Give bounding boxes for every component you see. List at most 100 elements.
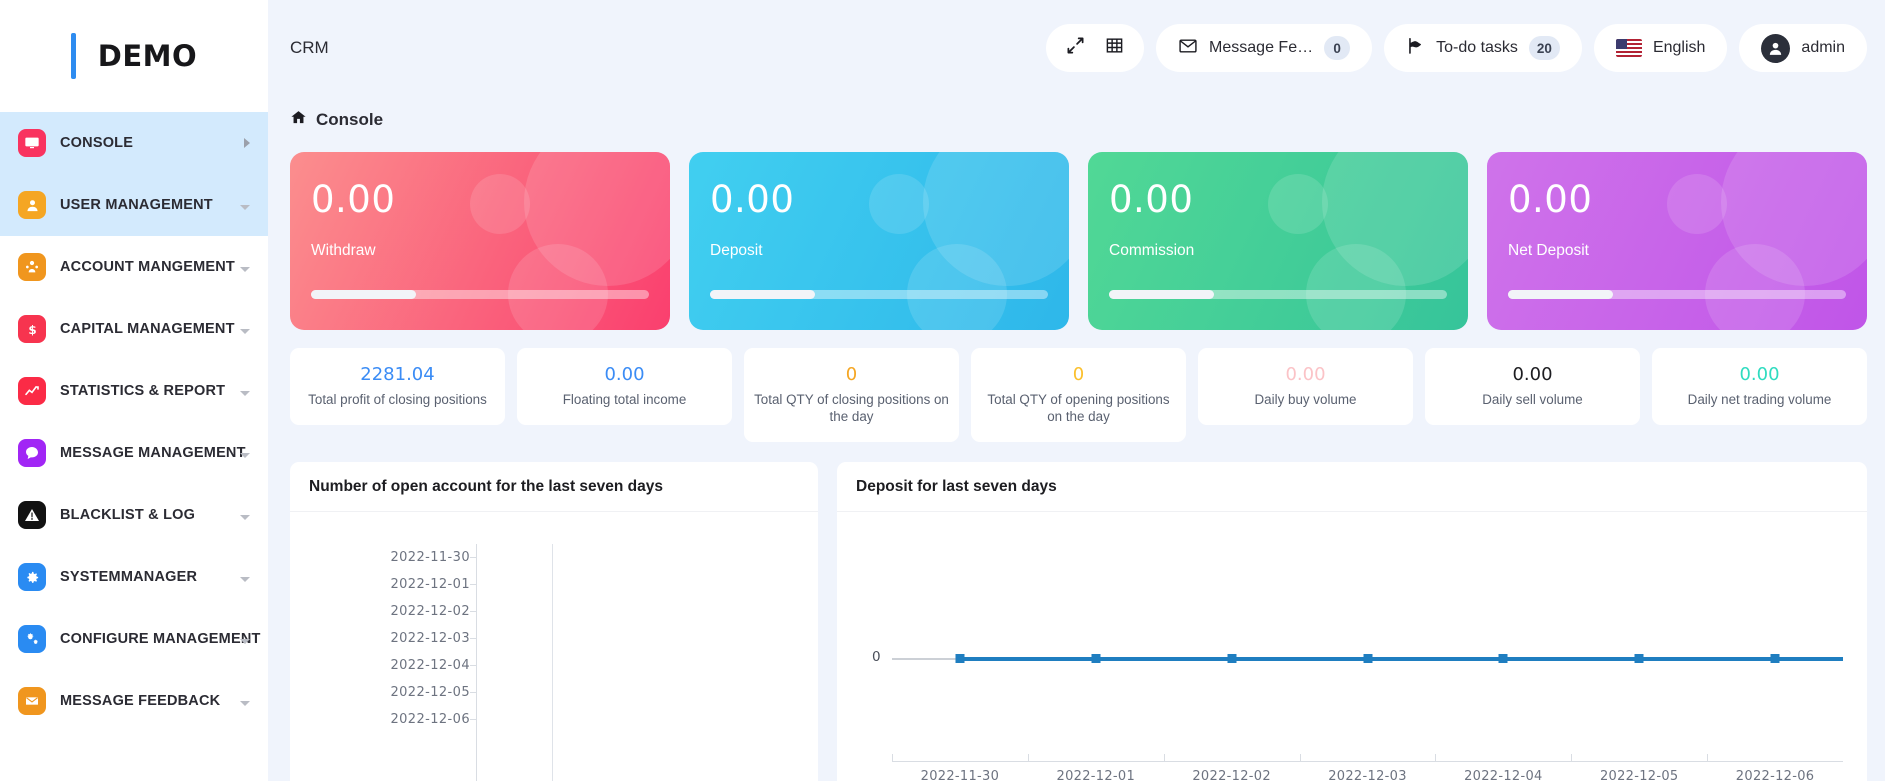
metric-label: Total QTY of closing positions on the da…: [752, 391, 951, 426]
x-axis-tick: [1571, 754, 1572, 761]
open-account-gridline: [552, 544, 553, 781]
chevron-down-icon[interactable]: [240, 639, 250, 644]
svg-text:$: $: [28, 322, 36, 336]
chevron-down-icon[interactable]: [240, 453, 250, 458]
avatar: [1761, 34, 1790, 63]
y-axis-tick: [470, 692, 476, 693]
view-tools-group[interactable]: [1046, 24, 1144, 72]
metric-label: Daily sell volume: [1433, 391, 1632, 408]
card-value: 0.00: [710, 178, 1048, 221]
gears-icon: [18, 625, 46, 653]
card-progress-bar: [710, 290, 1048, 299]
sidebar-item-account-mangement[interactable]: ACCOUNT MANGEMENT: [0, 236, 268, 298]
chevron-down-icon[interactable]: [240, 515, 250, 520]
sidebar-item-configure-management[interactable]: CONFIGURE MANAGEMENT: [0, 608, 268, 670]
logo-accent-bar: [71, 33, 76, 79]
x-axis-tick: [1435, 754, 1436, 761]
user-name: admin: [1801, 39, 1845, 57]
x-axis-label: 2022-12-03: [1300, 769, 1436, 781]
card-progress-bar: [1508, 290, 1846, 299]
monitor-icon: [18, 129, 46, 157]
sidebar-item-systemmanager[interactable]: SYSTEMMANAGER: [0, 546, 268, 608]
sidebar-item-label: MESSAGE MANAGEMENT: [60, 445, 246, 461]
open-account-chart-title: Number of open account for the last seve…: [290, 462, 818, 512]
deposit-y-tick-0: 0: [872, 649, 881, 665]
message-feedback-button[interactable]: Message Fe… 0: [1156, 24, 1372, 72]
top-header: CRM: [268, 0, 1885, 96]
metric-value: 0: [752, 364, 951, 387]
metric-label: Floating total income: [525, 391, 724, 408]
data-point-marker: [1771, 654, 1780, 663]
sidebar: DEMO CONSOLE USER MANAGEMENT ACCOUNT MANGE…: [0, 0, 268, 781]
sidebar-item-user-management[interactable]: USER MANAGEMENT: [0, 174, 268, 236]
home-icon[interactable]: [290, 109, 307, 131]
y-axis-label: 2022-12-04: [338, 652, 470, 679]
data-point-marker: [1363, 654, 1372, 663]
chart-panels: Number of open account for the last seve…: [290, 462, 1867, 781]
sidebar-item-console[interactable]: CONSOLE: [0, 112, 268, 174]
brand-logo[interactable]: DEMO: [0, 0, 268, 112]
chevron-down-icon[interactable]: [240, 205, 250, 210]
x-axis-tick: [1707, 754, 1708, 761]
chevron-down-icon[interactable]: [240, 391, 250, 396]
card-label: Withdraw: [311, 242, 649, 260]
app-title: CRM: [290, 38, 329, 58]
y-axis-label: 2022-11-30: [338, 544, 470, 571]
us-flag-icon: [1616, 39, 1642, 57]
breadcrumb-label: Console: [316, 110, 383, 130]
x-axis-label: 2022-12-05: [1571, 769, 1707, 781]
summary-card-net-deposit: 0.00Net Deposit: [1487, 152, 1867, 330]
metric-label: Total QTY of opening positions on the da…: [979, 391, 1178, 426]
user-icon: [18, 191, 46, 219]
data-point-marker: [1091, 654, 1100, 663]
card-label: Commission: [1109, 242, 1447, 260]
chevron-right-icon[interactable]: [244, 138, 250, 148]
card-value: 0.00: [311, 178, 649, 221]
metric-value: 0.00: [1433, 364, 1632, 387]
chevron-down-icon[interactable]: [240, 701, 250, 706]
y-axis-label: 2022-12-02: [338, 598, 470, 625]
flag-icon: [1406, 36, 1425, 60]
language-selector[interactable]: English: [1594, 24, 1727, 72]
grid-icon[interactable]: [1105, 36, 1124, 60]
breadcrumb: Console: [268, 96, 1885, 144]
chevron-down-icon[interactable]: [240, 267, 250, 272]
card-value: 0.00: [1508, 178, 1846, 221]
todo-tasks-button[interactable]: To-do tasks 20: [1384, 24, 1582, 72]
sidebar-item-label: CONFIGURE MANAGEMENT: [60, 631, 261, 647]
data-point-marker: [955, 654, 964, 663]
sidebar-item-statistics-report[interactable]: STATISTICS & REPORT: [0, 360, 268, 422]
metric-value: 0: [979, 364, 1178, 387]
message-feedback-count: 0: [1324, 36, 1350, 60]
sidebar-nav: CONSOLE USER MANAGEMENT ACCOUNT MANGEMENT $…: [0, 112, 268, 781]
data-point-marker: [1635, 654, 1644, 663]
sidebar-item-message-management[interactable]: MESSAGE MANAGEMENT: [0, 422, 268, 484]
chevron-down-icon[interactable]: [240, 329, 250, 334]
envelope-icon: [1178, 36, 1198, 61]
header-actions: Message Fe… 0 To-do tasks 20: [1046, 24, 1867, 72]
expand-arrows-icon[interactable]: [1066, 36, 1085, 60]
deposit-line: [956, 657, 1843, 661]
card-progress-bar: [311, 290, 649, 299]
sidebar-item-label: BLACKLIST & LOG: [60, 507, 195, 523]
chat-bubble-icon: [18, 439, 46, 467]
chevron-down-icon[interactable]: [240, 577, 250, 582]
user-menu[interactable]: admin: [1739, 24, 1867, 72]
message-feedback-label: Message Fe…: [1209, 39, 1313, 57]
card-progress-bar: [1109, 290, 1447, 299]
warning-triangle-icon: [18, 501, 46, 529]
sidebar-item-label: CONSOLE: [60, 135, 133, 151]
x-axis-tick: [1028, 754, 1029, 761]
sidebar-item-label: ACCOUNT MANGEMENT: [60, 259, 235, 275]
y-axis-label: 2022-12-01: [338, 571, 470, 598]
x-axis-label: 2022-12-04: [1435, 769, 1571, 781]
x-axis-label: 2022-12-01: [1028, 769, 1164, 781]
sidebar-item-capital-management[interactable]: $CAPITAL MANAGEMENT: [0, 298, 268, 360]
metric-value: 2281.04: [298, 364, 497, 387]
gear-icon: [18, 563, 46, 591]
sidebar-item-message-feedback[interactable]: MESSAGE FEEDBACK: [0, 670, 268, 732]
y-axis-label: 2022-12-05: [338, 679, 470, 706]
metric-value: 0.00: [1660, 364, 1859, 387]
metric-label: Total profit of closing positions: [298, 391, 497, 408]
sidebar-item-blacklist-log[interactable]: BLACKLIST & LOG: [0, 484, 268, 546]
